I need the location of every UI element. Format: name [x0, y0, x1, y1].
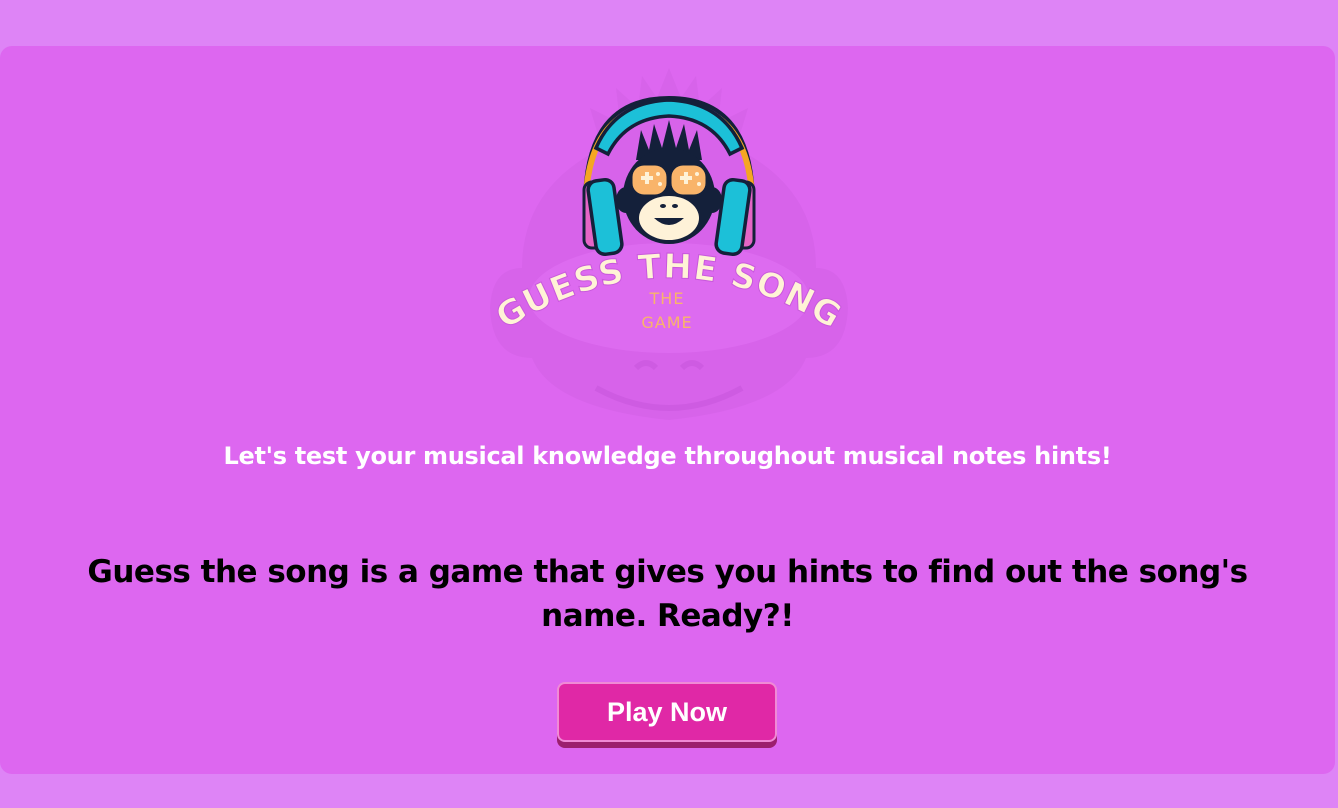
- game-description: Guess the song is a game that gives you …: [87, 554, 1248, 634]
- game-logo: GUESS THE SONG THE GAME: [489, 68, 848, 420]
- tagline: Let's test your musical knowledge throug…: [223, 442, 1112, 470]
- logo-subtitle-line1: THE: [649, 289, 685, 308]
- play-now-button[interactable]: Play Now: [557, 682, 777, 742]
- welcome-card: GUESS THE SONG THE GAME Let's test your …: [0, 46, 1335, 774]
- logo-subtitle-line2: GAME: [641, 313, 692, 332]
